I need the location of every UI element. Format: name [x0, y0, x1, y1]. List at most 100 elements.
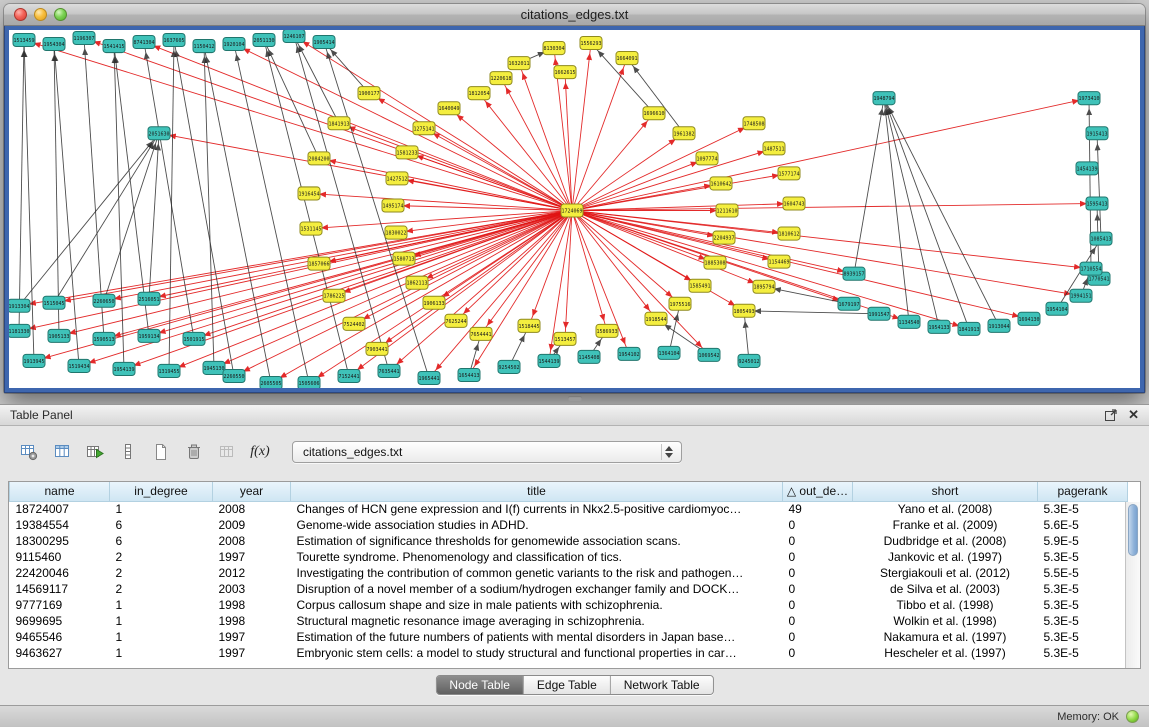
panel-splitter[interactable] [0, 393, 1149, 404]
citation-edge[interactable] [324, 42, 369, 93]
graph-node[interactable]: 8939157 [843, 267, 865, 280]
graph-node[interactable]: 1515045 [43, 296, 65, 309]
graph-node[interactable]: 1364104 [658, 346, 680, 359]
citation-edge[interactable] [572, 123, 754, 210]
graph-node[interactable]: 1495174 [382, 199, 404, 212]
table-row[interactable]: 969969511998Structural magnetic resonanc… [10, 613, 1128, 629]
graph-node[interactable]: 2051130 [253, 34, 275, 47]
citation-edge[interactable] [389, 211, 572, 371]
row-height-icon[interactable] [113, 439, 143, 465]
graph-node[interactable]: 2260550 [223, 369, 245, 382]
graph-node[interactable]: 7152441 [338, 369, 360, 382]
graph-node[interactable]: 1913044 [988, 319, 1010, 332]
graph-node[interactable]: 1505606 [298, 376, 320, 388]
scrollbar-thumb[interactable] [1128, 504, 1138, 556]
table-row[interactable]: 977716911998Corpus callosum shape and si… [10, 597, 1128, 613]
splitter-handle[interactable] [568, 396, 582, 401]
graph-node[interactable]: 1513459 [13, 34, 35, 47]
graph-node[interactable]: 1900177 [358, 87, 380, 100]
graph-node[interactable]: 1895794 [753, 280, 775, 293]
citation-edge[interactable] [104, 211, 572, 301]
table-row[interactable]: 911546021997Tourette syndrome. Phenomeno… [10, 549, 1128, 565]
citation-edge[interactable] [572, 133, 684, 210]
citation-edge[interactable] [744, 311, 879, 314]
close-panel-icon[interactable]: ✕ [1128, 408, 1139, 422]
column-header-short[interactable]: short [853, 482, 1038, 501]
graph-node[interactable]: 1954304 [43, 38, 65, 51]
graph-node[interactable]: 7903441 [366, 342, 388, 355]
graph-node[interactable]: 1991547 [868, 307, 890, 320]
citation-edge[interactable] [565, 211, 572, 339]
graph-node[interactable]: 1696610 [643, 107, 665, 120]
graph-node[interactable]: 1577174 [778, 167, 800, 180]
graph-node[interactable]: 1857066 [308, 257, 330, 270]
graph-node[interactable]: 9245012 [738, 354, 760, 367]
graph-node[interactable]: 1220618 [490, 72, 512, 85]
graph-node[interactable]: 1085413 [1090, 232, 1112, 245]
citation-edge[interactable] [565, 72, 572, 210]
graph-node[interactable]: 1841913 [328, 117, 350, 130]
delete-table-icon[interactable] [179, 439, 209, 465]
graph-node[interactable]: 1590513 [93, 332, 115, 345]
graph-node[interactable]: 1154469 [768, 255, 790, 268]
citation-edge[interactable] [627, 58, 684, 133]
citation-edge[interactable] [264, 40, 349, 376]
table-scrollbar[interactable] [1125, 502, 1140, 668]
column-header-name[interactable]: name [10, 482, 110, 501]
graph-node[interactable]: 1913945 [23, 354, 45, 367]
graph-node[interactable]: 1724069 [561, 204, 583, 217]
graph-node[interactable]: 1973410 [1078, 92, 1100, 105]
graph-node[interactable]: 1319455 [158, 364, 180, 377]
citation-edge[interactable] [572, 211, 1091, 269]
tab-edge-table[interactable]: Edge Table [524, 676, 611, 694]
graph-node[interactable]: 1918544 [645, 312, 667, 325]
graph-node[interactable]: 1501915 [183, 332, 205, 345]
citation-edge[interactable] [744, 311, 749, 361]
graph-node[interactable]: 7524402 [343, 317, 365, 330]
graph-node[interactable]: 1531145 [300, 222, 322, 235]
graph-node[interactable]: 1885308 [704, 256, 726, 269]
graph-node[interactable]: 2051630 [148, 127, 170, 140]
graph-node[interactable]: 1211610 [716, 204, 738, 217]
graph-node[interactable]: 1246107 [283, 30, 305, 43]
citation-edge[interactable] [54, 44, 59, 336]
citation-edge[interactable] [54, 44, 79, 366]
graph-node[interactable]: 1959134 [138, 329, 160, 342]
import-table-icon[interactable] [212, 439, 242, 465]
graph-node[interactable]: 1994151 [1070, 289, 1092, 302]
citation-edge[interactable] [572, 211, 680, 304]
network-table-select[interactable]: citations_edges.txt [292, 441, 682, 463]
graph-node[interactable]: 1518445 [518, 319, 540, 332]
graph-node[interactable]: 2605505 [260, 376, 282, 388]
graph-node[interactable]: 1694130 [1018, 312, 1040, 325]
graph-node[interactable]: 1786225 [323, 289, 345, 302]
table-row[interactable]: 946554611997Estimation of the future num… [10, 629, 1128, 645]
citation-edge[interactable] [264, 40, 319, 158]
close-window-button[interactable] [14, 8, 27, 21]
table-mode-icon[interactable] [14, 439, 44, 465]
graph-node[interactable]: 1585491 [689, 279, 711, 292]
graph-node[interactable]: 1487511 [763, 142, 785, 155]
graph-node[interactable]: 9254502 [498, 360, 520, 373]
table-row[interactable]: 1830029562008Estimation of significance … [10, 533, 1128, 549]
graph-node[interactable]: 1954102 [618, 347, 640, 360]
graph-node[interactable]: 2516051 [138, 292, 160, 305]
column-header-title[interactable]: title [291, 482, 783, 501]
graph-node[interactable]: 1662615 [554, 66, 576, 79]
table-row[interactable]: 946362711997Embryonic stem cells: a mode… [10, 645, 1128, 661]
graph-node[interactable]: 1965441 [418, 371, 440, 384]
graph-node[interactable]: 1841913 [958, 322, 980, 335]
graph-node[interactable]: 1961382 [673, 127, 695, 140]
column-header-in_degree[interactable]: in_degree [110, 482, 213, 501]
graph-node[interactable]: 1640049 [438, 102, 460, 115]
graph-node[interactable]: 1586933 [596, 324, 618, 337]
citation-edge[interactable] [24, 40, 572, 210]
graph-node[interactable]: 1632011 [508, 57, 530, 70]
graph-node[interactable]: 1906133 [423, 296, 445, 309]
graph-node[interactable]: 2084200 [308, 152, 330, 165]
citation-edge[interactable] [572, 211, 764, 287]
graph-node[interactable]: 1710554 [1080, 262, 1102, 275]
citation-edge[interactable] [234, 44, 309, 383]
graph-node[interactable]: 1679197 [838, 297, 860, 310]
citation-edge[interactable] [572, 158, 707, 210]
